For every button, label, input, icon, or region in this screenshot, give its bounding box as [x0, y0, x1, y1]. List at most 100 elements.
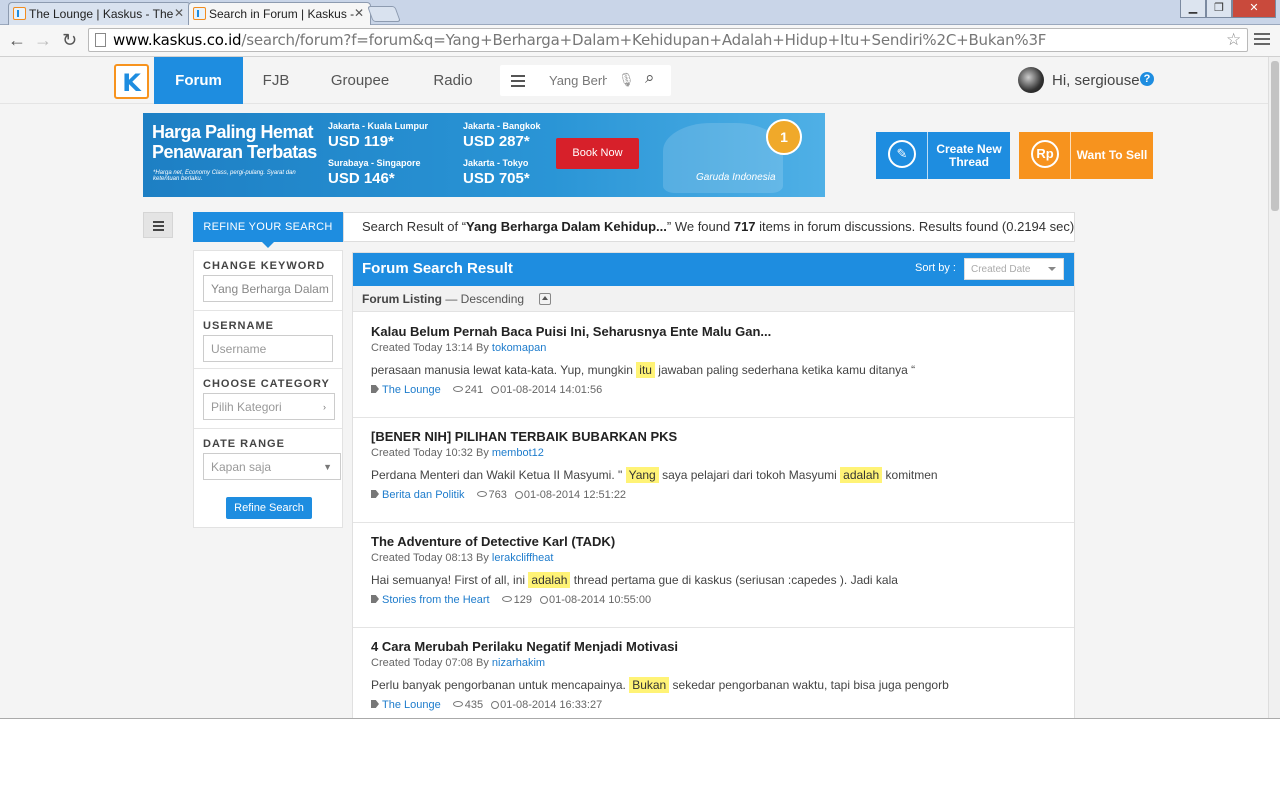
nav-radio[interactable]: Radio: [427, 57, 479, 104]
refine-panel: CHANGE KEYWORD Yang Berharga Dalam USERN…: [193, 250, 343, 528]
banner-headline: Harga Paling Hemat Penawaran Terbatas: [152, 122, 317, 162]
results-header: Forum Search Result Sort by : Created Da…: [353, 253, 1074, 286]
author-link[interactable]: lerakcliffheat: [492, 552, 554, 564]
username-input[interactable]: Username: [203, 335, 333, 362]
nav-groupee[interactable]: Groupee: [326, 57, 394, 104]
clock-icon: [491, 386, 500, 394]
result-item: 4 Cara Merubah Perilaku Negatif Menjadi …: [353, 628, 1074, 718]
kaskus-logo[interactable]: [114, 64, 149, 99]
create-thread-label: Create New Thread: [936, 141, 1002, 169]
book-now-button[interactable]: Book Now: [556, 138, 639, 169]
category-select[interactable]: Pilih Kategori ›: [203, 393, 335, 420]
result-item: [BENER NIH] PILIHAN TERBAIK BUBARKAN PKS…: [353, 418, 1074, 523]
vertical-scrollbar[interactable]: [1268, 57, 1280, 718]
url-path: /search/forum?f=forum&q=Yang+Berharga+Da…: [241, 31, 1047, 49]
tag-icon: [371, 595, 379, 603]
close-window-icon[interactable]: ✕: [1232, 0, 1276, 18]
maximize-icon[interactable]: ❐: [1206, 0, 1232, 18]
header-search: Yang Berh 🎙 ⌕: [500, 65, 671, 96]
daterange-label: DATE RANGE: [203, 438, 285, 450]
search-options-icon[interactable]: [511, 75, 525, 90]
nav-forum[interactable]: Forum: [154, 57, 243, 104]
result-footer: The Lounge 241 01-08-2014 14:01:56: [371, 384, 602, 396]
reload-icon[interactable]: ↻: [62, 30, 77, 50]
forward-arrow-icon[interactable]: →: [34, 30, 52, 50]
chevron-down-icon: ▼: [323, 462, 332, 472]
browser-tab-search[interactable]: Search in Forum | Kaskus - ✕: [188, 2, 371, 26]
author-link[interactable]: nizarhakim: [492, 657, 545, 669]
author-link[interactable]: tokomapan: [492, 342, 546, 354]
want-to-sell-button[interactable]: Rp Want To Sell: [1019, 132, 1153, 179]
new-tab-button[interactable]: [367, 6, 401, 22]
results-title: Forum Search Result: [362, 260, 513, 277]
category-link[interactable]: Berita dan Politik: [382, 489, 465, 501]
address-bar[interactable]: www.kaskus.co.id/search/forum?f=forum&q=…: [88, 28, 1248, 52]
result-footer: Stories from the Heart 129 01-08-2014 10:5…: [371, 594, 651, 606]
result-snippet: Perlu banyak pengorbanan untuk mencapain…: [371, 677, 949, 693]
page-icon: [95, 33, 106, 47]
views-icon: [452, 386, 463, 392]
collapse-icon[interactable]: [539, 293, 551, 305]
header-search-input[interactable]: Yang Berh: [549, 73, 607, 88]
scrollbar-thumb[interactable]: [1271, 61, 1279, 211]
chevron-down-icon: [1048, 267, 1056, 271]
pencil-icon: ✎: [888, 140, 916, 168]
sort-select[interactable]: Created Date: [964, 258, 1064, 280]
minimize-icon[interactable]: ▁: [1180, 0, 1206, 18]
blank-area: [0, 718, 1280, 796]
clock-icon: [539, 596, 548, 604]
result-snippet: perasaan manusia lewat kata-kata. Yup, m…: [371, 362, 916, 378]
ad-banner[interactable]: Harga Paling Hemat Penawaran Terbatas *H…: [143, 113, 825, 197]
create-thread-button[interactable]: ✎ Create New Thread: [876, 132, 1010, 179]
result-title[interactable]: The Adventure of Detective Karl (TADK): [371, 534, 615, 549]
site-header: Forum FJB Groupee Radio Yang Berh 🎙 ⌕ Hi…: [0, 57, 1268, 104]
results-panel: Forum Search Result Sort by : Created Da…: [352, 252, 1075, 718]
result-snippet: Hai semuanya! First of all, ini adalah t…: [371, 572, 898, 588]
tag-icon: [371, 490, 379, 498]
route-bkk: Jakarta - Bangkok USD 287*: [463, 121, 541, 150]
close-tab-icon[interactable]: ✕: [354, 6, 364, 20]
search-icon[interactable]: ⌕: [645, 68, 655, 88]
keyword-label: CHANGE KEYWORD: [203, 260, 326, 272]
tab-refine-search[interactable]: REFINE YOUR SEARCH: [193, 212, 343, 248]
sort-label: Sort by :: [915, 262, 956, 274]
category-link[interactable]: The Lounge: [382, 699, 441, 711]
result-snippet: Perdana Menteri dan Wakil Ketua II Masyu…: [371, 467, 938, 483]
avatar[interactable]: [1018, 67, 1044, 93]
result-title[interactable]: [BENER NIH] PILIHAN TERBAIK BUBARKAN PKS: [371, 429, 677, 444]
refine-search-button[interactable]: Refine Search: [226, 497, 312, 519]
category-link[interactable]: Stories from the Heart: [382, 594, 490, 606]
help-icon[interactable]: ?: [1140, 72, 1154, 86]
result-item: Kalau Belum Pernah Baca Puisi Ini, Sehar…: [353, 313, 1074, 418]
want-to-sell-label: Want To Sell: [1076, 148, 1148, 162]
chevron-right-icon: ›: [323, 402, 326, 412]
result-item: The Adventure of Detective Karl (TADK) C…: [353, 523, 1074, 628]
tag-icon: [371, 385, 379, 393]
search-summary: Search Result of “Yang Berharga Dalam Ke…: [343, 212, 1075, 242]
rupiah-icon: Rp: [1031, 140, 1059, 168]
username-label: USERNAME: [203, 320, 274, 332]
close-tab-icon[interactable]: ✕: [174, 6, 184, 20]
result-footer: Berita dan Politik 763 01-08-2014 12:51:22: [371, 489, 626, 501]
browser-tab-strip: The Lounge | Kaskus - The ✕ Search in Fo…: [0, 0, 1280, 26]
kaskus-favicon-icon: [13, 7, 26, 20]
result-title[interactable]: Kalau Belum Pernah Baca Puisi Ini, Sehar…: [371, 324, 771, 339]
views-icon: [476, 491, 487, 497]
microphone-icon[interactable]: 🎙: [618, 72, 635, 88]
user-greeting[interactable]: Hi, sergiouse: [1052, 72, 1140, 89]
listing-bar: Forum Listing — Descending: [353, 286, 1074, 312]
chrome-menu-icon[interactable]: [1254, 33, 1270, 48]
nav-fjb[interactable]: FJB: [253, 57, 299, 104]
browser-tab-lounge[interactable]: The Lounge | Kaskus - The ✕: [8, 2, 191, 25]
category-label: CHOOSE CATEGORY: [203, 378, 330, 390]
garuda-brand: Garuda Indonesia: [696, 172, 776, 183]
bookmark-star-icon[interactable]: ☆: [1226, 30, 1241, 50]
keyword-input[interactable]: Yang Berharga Dalam: [203, 275, 333, 302]
sidebar-toggle-icon[interactable]: [143, 212, 173, 238]
page-viewport: Forum FJB Groupee Radio Yang Berh 🎙 ⌕ Hi…: [0, 57, 1268, 718]
result-title[interactable]: 4 Cara Merubah Perilaku Negatif Menjadi …: [371, 639, 678, 654]
daterange-select[interactable]: Kapan saja ▼: [203, 453, 341, 480]
back-arrow-icon[interactable]: ←: [8, 30, 26, 50]
author-link[interactable]: membot12: [492, 447, 544, 459]
category-link[interactable]: The Lounge: [382, 384, 441, 396]
